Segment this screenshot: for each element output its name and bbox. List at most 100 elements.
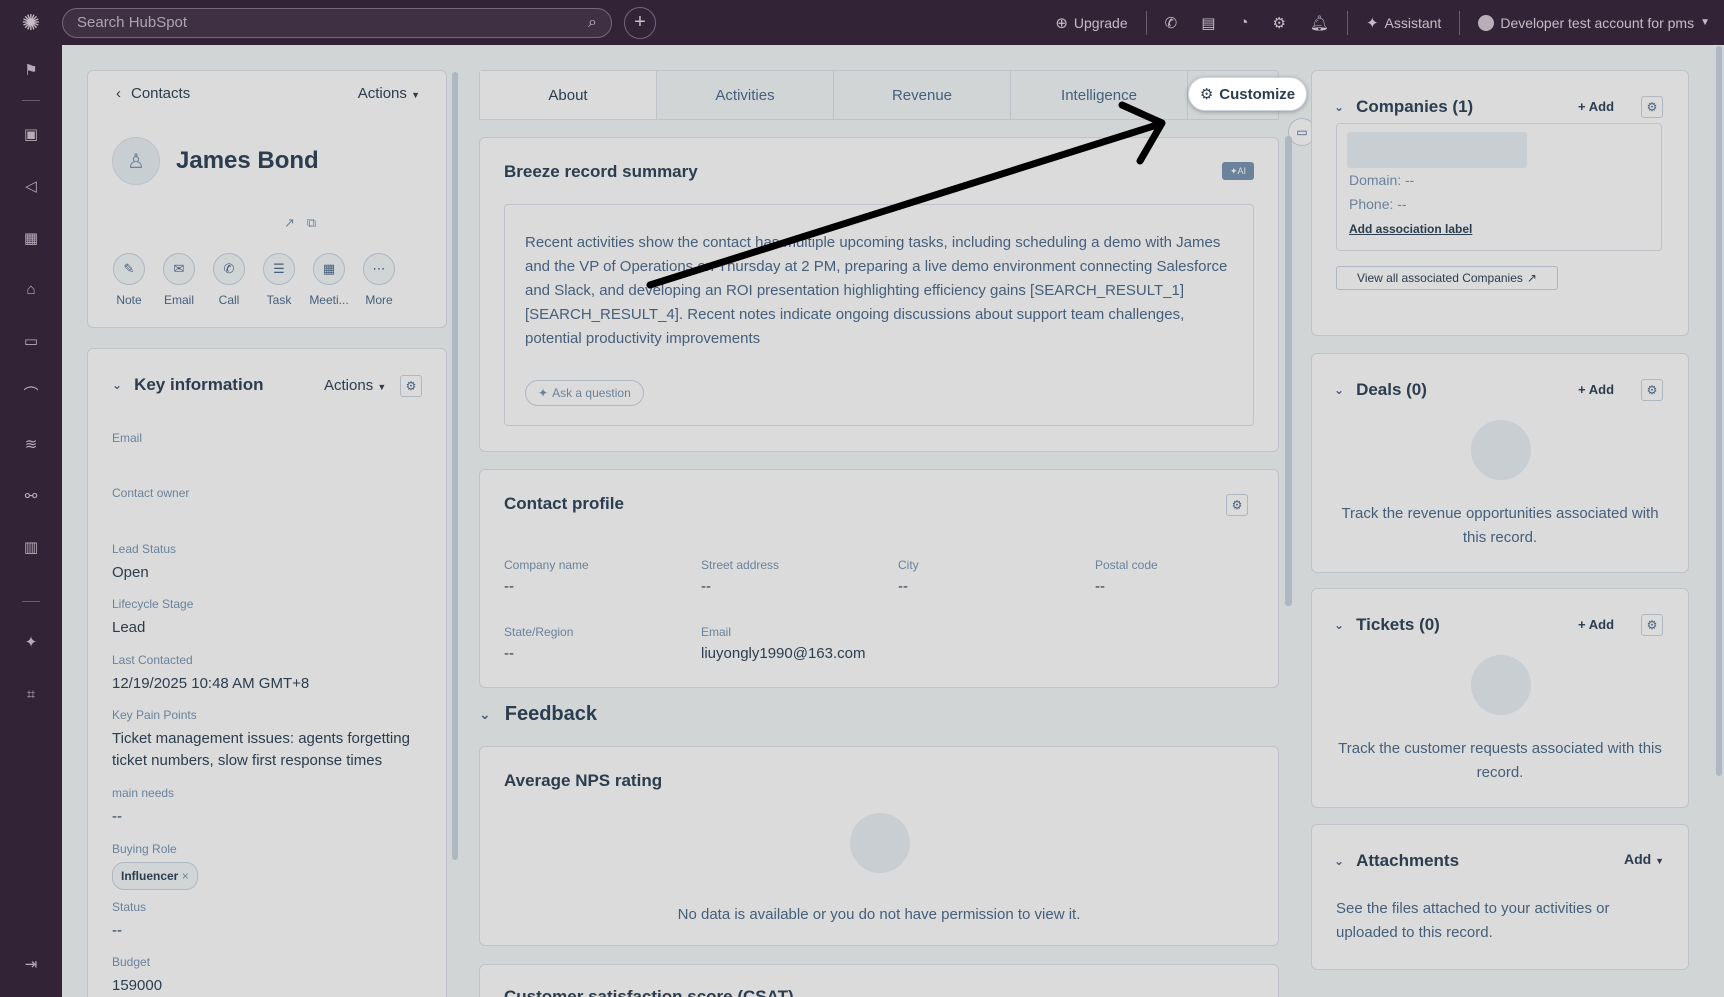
- left-column-scrollbar[interactable]: [452, 72, 458, 860]
- hubspot-logo-icon[interactable]: ✺: [0, 0, 62, 45]
- attachments-toggle[interactable]: ⌄ Attachments: [1334, 851, 1459, 871]
- page-scrollbar[interactable]: [1716, 46, 1722, 776]
- contacts-icon[interactable]: ▣: [0, 119, 62, 149]
- tab-intelligence[interactable]: Intelligence: [1011, 71, 1188, 119]
- companies-settings-gear-icon[interactable]: ⚙: [1641, 96, 1663, 118]
- key-information-toggle[interactable]: ⌄ Key information: [112, 375, 263, 395]
- prop-value: Ticket management issues: agents forgett…: [112, 730, 410, 769]
- task-button[interactable]: ☰ Task: [262, 253, 296, 307]
- expand-sidebar-icon[interactable]: ⇥: [0, 949, 62, 979]
- back-label: Contacts: [131, 85, 191, 102]
- reporting-icon[interactable]: ▥: [0, 532, 62, 562]
- field-label: City: [898, 558, 919, 572]
- field-label: Company name: [504, 558, 589, 572]
- companies-add-button[interactable]: + Add: [1578, 99, 1614, 114]
- buying-role-tag[interactable]: Influencer ×: [112, 862, 198, 890]
- feedback-section-toggle[interactable]: ⌄ Feedback: [479, 703, 597, 726]
- divider: [1145, 10, 1147, 35]
- key-info-actions-menu[interactable]: Actions ▼: [324, 377, 386, 394]
- assistant-button[interactable]: ✦ Assistant: [1354, 14, 1453, 32]
- field-postal-code[interactable]: Postal code --: [1095, 558, 1275, 595]
- marketplace-icon[interactable]: ▤: [1189, 14, 1227, 32]
- companies-toggle[interactable]: ⌄ Companies (1): [1334, 97, 1473, 117]
- view-all-label: View all associated Companies: [1357, 271, 1523, 285]
- upgrade-button[interactable]: ⊕ Upgrade: [1043, 14, 1139, 32]
- prop-budget[interactable]: Budget 159000: [112, 955, 422, 997]
- deals-settings-gear-icon[interactable]: ⚙: [1641, 379, 1663, 401]
- prop-main-needs[interactable]: main needs --: [112, 786, 422, 828]
- more-button[interactable]: ⋯ More: [362, 253, 396, 307]
- commerce-icon[interactable]: ⌂: [0, 274, 62, 304]
- profile-settings-gear-icon[interactable]: ⚙: [1226, 494, 1248, 516]
- field-company-name[interactable]: Company name --: [504, 558, 684, 595]
- automation-icon[interactable]: ⚯: [0, 481, 62, 511]
- settings-gear-icon[interactable]: ⚙: [1260, 14, 1297, 32]
- prop-contact-owner[interactable]: Contact owner: [112, 486, 422, 506]
- prop-buying-role[interactable]: Buying Role Influencer ×: [112, 842, 422, 890]
- ask-question-button[interactable]: ✦ Ask a question: [525, 380, 644, 406]
- add-association-label-link[interactable]: Add association label: [1349, 222, 1472, 236]
- company-name-placeholder[interactable]: [1347, 132, 1527, 168]
- field-street-address[interactable]: Street address --: [701, 558, 881, 595]
- prop-label: Contact owner: [112, 486, 190, 500]
- contact-avatar-icon[interactable]: ♙: [112, 137, 160, 185]
- prop-lifecycle-stage[interactable]: Lifecycle Stage Lead: [112, 597, 422, 639]
- create-new-button[interactable]: +: [624, 6, 656, 39]
- meeting-label: Meeti...: [309, 293, 349, 307]
- open-external-icon[interactable]: ↗: [284, 215, 295, 231]
- help-icon[interactable]: ◔: [1227, 14, 1260, 31]
- call-button[interactable]: ✆ Call: [212, 253, 246, 307]
- summary-box: Recent activities show the contact has m…: [504, 204, 1254, 426]
- field-label: Email: [701, 625, 732, 639]
- tickets-settings-gear-icon[interactable]: ⚙: [1641, 614, 1663, 636]
- field-city[interactable]: City --: [898, 558, 1078, 595]
- nps-empty-text: No data is available or you do not have …: [677, 906, 1081, 923]
- tab-revenue[interactable]: Revenue: [834, 71, 1011, 119]
- key-info-settings-gear-icon[interactable]: ⚙: [400, 375, 422, 397]
- bookmark-icon[interactable]: ⚑: [0, 55, 62, 85]
- marketing-icon[interactable]: ◁: [0, 171, 62, 201]
- calling-icon[interactable]: ✆: [1153, 14, 1190, 32]
- account-name: Developer test account for pms: [1500, 14, 1695, 31]
- task-label: Task: [266, 293, 292, 307]
- prop-status[interactable]: Status --: [112, 900, 422, 942]
- email-button[interactable]: ✉ Email: [162, 253, 196, 307]
- data-management-icon[interactable]: ≋: [0, 429, 62, 459]
- sales-icon[interactable]: ▭: [0, 326, 62, 356]
- note-button[interactable]: ✎ Note: [112, 253, 146, 307]
- copy-icon[interactable]: ⧉: [307, 215, 316, 231]
- back-to-contacts-link[interactable]: ‹ Contacts: [116, 85, 190, 102]
- account-menu[interactable]: Developer test account for pms ▼: [1466, 14, 1724, 31]
- tab-activities[interactable]: Activities: [657, 71, 834, 119]
- prop-label: Email: [112, 431, 143, 445]
- developer-icon[interactable]: ⌗: [0, 679, 62, 709]
- deals-toggle[interactable]: ⌄ Deals (0): [1334, 380, 1427, 400]
- attachments-add-menu[interactable]: Add ▼: [1624, 851, 1664, 867]
- content-icon[interactable]: ▦: [0, 223, 62, 253]
- search-icon[interactable]: ⌕: [588, 14, 597, 32]
- search-input[interactable]: Search HubSpot ⌕: [62, 7, 612, 38]
- field-value: --: [504, 645, 514, 662]
- breeze-sparkle-icon[interactable]: ✦: [0, 627, 62, 657]
- tickets-toggle[interactable]: ⌄ Tickets (0): [1334, 615, 1440, 635]
- field-value: liuyongly1990@163.com: [701, 645, 866, 662]
- prop-email[interactable]: Email: [112, 431, 422, 451]
- prop-lead-status[interactable]: Lead Status Open: [112, 542, 422, 584]
- tickets-add-button[interactable]: + Add: [1578, 617, 1614, 632]
- customize-button[interactable]: ⚙ Customize: [1188, 77, 1307, 111]
- middle-column-scrollbar[interactable]: [1285, 136, 1292, 606]
- tab-about[interactable]: About: [480, 71, 657, 119]
- service-icon[interactable]: ⌒: [0, 378, 62, 408]
- notifications-bell-icon[interactable]: 🔔︎: [1298, 14, 1341, 32]
- view-all-companies-button[interactable]: View all associated Companies ↗: [1336, 266, 1558, 290]
- add-label: Add: [1588, 617, 1615, 632]
- company-association-card[interactable]: Domain: -- Phone: -- Add association lab…: [1336, 123, 1662, 251]
- remove-tag-icon[interactable]: ×: [182, 869, 189, 883]
- field-state-region[interactable]: State/Region --: [504, 625, 684, 662]
- prop-last-contacted[interactable]: Last Contacted 12/19/2025 10:48 AM GMT+8: [112, 653, 422, 695]
- field-email[interactable]: Email liuyongly1990@163.com: [701, 625, 1001, 662]
- meeting-button[interactable]: ▦ Meeti...: [309, 253, 349, 307]
- contact-actions-menu[interactable]: Actions ▼: [358, 85, 420, 102]
- deals-add-button[interactable]: + Add: [1578, 382, 1614, 397]
- prop-key-pain-points[interactable]: Key Pain Points Ticket management issues:…: [112, 708, 422, 772]
